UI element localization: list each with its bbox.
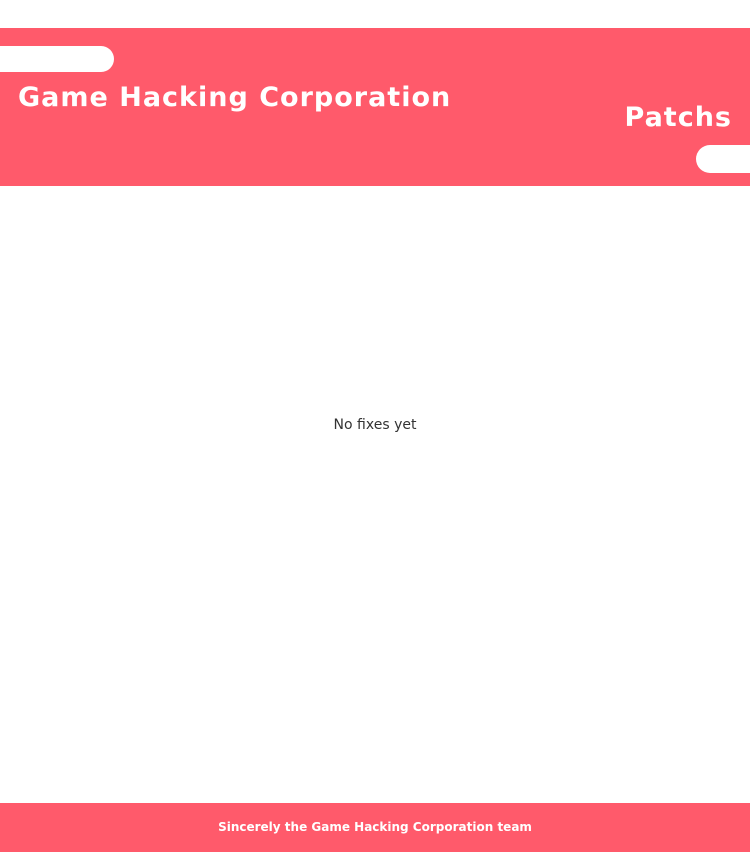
decorative-pill-bottom-right bbox=[696, 145, 750, 173]
decorative-pill-top-left bbox=[0, 46, 114, 72]
site-header: Game Hacking Corporation Patchs bbox=[0, 28, 750, 186]
site-title[interactable]: Game Hacking Corporation bbox=[18, 80, 451, 116]
site-footer: Sincerely the Game Hacking Corporation t… bbox=[0, 803, 750, 852]
page-title: Patchs bbox=[624, 102, 732, 133]
main-content: No fixes yet bbox=[0, 186, 750, 803]
footer-text: Sincerely the Game Hacking Corporation t… bbox=[218, 820, 532, 834]
empty-state-message: No fixes yet bbox=[333, 417, 417, 433]
